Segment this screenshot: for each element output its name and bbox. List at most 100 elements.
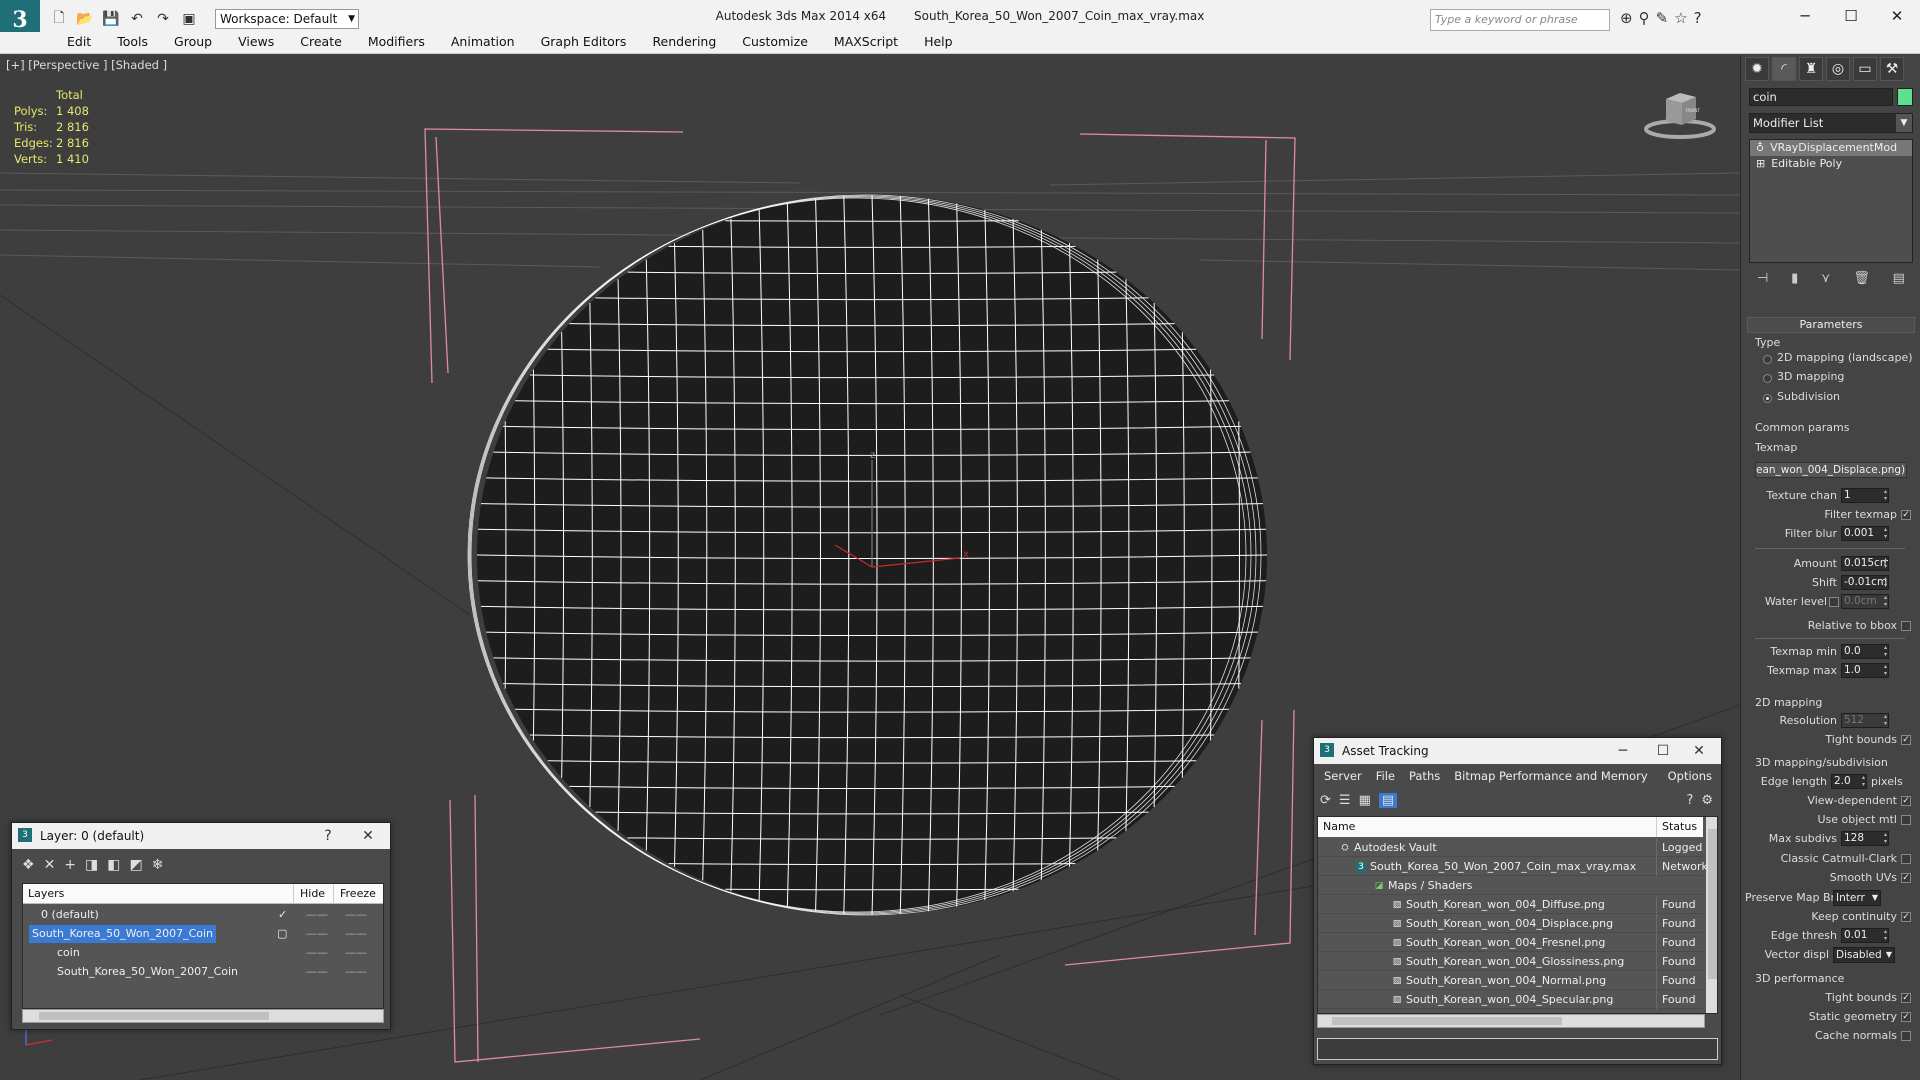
texmap-button[interactable]: ean_won_004_Displace.png): [1755, 462, 1907, 478]
asset-path-field[interactable]: [1317, 1038, 1718, 1060]
hierarchy-tab-icon[interactable]: ♜: [1799, 57, 1823, 81]
stack-item-editable-poly[interactable]: ⊞ Editable Poly: [1750, 156, 1912, 172]
relative-bbox-checkbox[interactable]: [1901, 621, 1911, 631]
add-to-layer-icon[interactable]: +: [64, 857, 76, 873]
help-icon[interactable]: ?: [1694, 9, 1702, 27]
freeze-toggle[interactable]: ——: [345, 925, 367, 943]
create-tab-icon[interactable]: ✹: [1745, 57, 1769, 81]
max-subdivs-spinner[interactable]: 128: [1841, 831, 1889, 846]
object-color-swatch[interactable]: [1897, 88, 1913, 106]
layer-row[interactable]: South_Korea_50_Won_2007_Coin —— ——: [23, 963, 383, 981]
menu-edit[interactable]: Edit: [54, 32, 104, 53]
static-geometry-checkbox[interactable]: ✓: [1901, 1012, 1911, 1022]
favorites-star-icon[interactable]: ☆: [1674, 9, 1687, 27]
edge-length-spinner[interactable]: 2.0: [1831, 774, 1867, 789]
settings-icon[interactable]: ⚙: [1701, 793, 1713, 808]
texmap-min-spinner[interactable]: 0.0: [1841, 644, 1889, 659]
preserve-map-dropdown[interactable]: Interr ▼: [1833, 890, 1881, 906]
water-level-spinner[interactable]: 0.0cm: [1841, 594, 1889, 609]
table-view-icon[interactable]: ▤: [1378, 792, 1398, 808]
motion-tab-icon[interactable]: ◎: [1826, 57, 1850, 81]
radio-3d-mapping[interactable]: [1763, 374, 1772, 383]
menu-animation[interactable]: Animation: [438, 32, 528, 53]
display-tab-icon[interactable]: ▭: [1853, 57, 1877, 81]
help-icon[interactable]: ?: [1686, 793, 1693, 808]
asset-row[interactable]: ⛭ Autodesk Vault Logged Out: [1318, 838, 1706, 857]
show-end-result-icon[interactable]: ▮: [1791, 271, 1798, 286]
scrollbar-thumb[interactable]: [1708, 829, 1717, 979]
radio-subdivision[interactable]: [1763, 394, 1772, 403]
shift-spinner[interactable]: -0.01cm: [1841, 575, 1889, 590]
menu-options[interactable]: Options: [1661, 766, 1719, 786]
help-button[interactable]: ?: [310, 823, 346, 849]
active-layer-check-icon[interactable]: ✓: [278, 906, 287, 924]
menu-modifiers[interactable]: Modifiers: [355, 32, 438, 53]
viewport-label[interactable]: [+] [Perspective ] [Shaded ]: [6, 58, 167, 72]
hide-toggle[interactable]: ——: [306, 963, 328, 981]
edge-thresh-spinner[interactable]: 0.01: [1841, 928, 1889, 943]
freeze-toggle[interactable]: ——: [345, 944, 367, 962]
modifier-list-dropdown[interactable]: Modifier List ▼: [1749, 113, 1913, 133]
undo-icon[interactable]: ↶: [126, 8, 148, 30]
parameters-rollout-header[interactable]: Parameters: [1747, 317, 1915, 333]
hide-toggle[interactable]: ——: [306, 906, 328, 924]
hide-toggle[interactable]: ——: [306, 944, 328, 962]
layer-row[interactable]: 0 (default) ✓ —— ——: [23, 906, 383, 924]
view-dependent-checkbox[interactable]: ✓: [1901, 796, 1911, 806]
highlight-layer-icon[interactable]: ◧: [107, 857, 120, 873]
menu-views[interactable]: Views: [225, 32, 287, 53]
menu-group[interactable]: Group: [161, 32, 225, 53]
pin-stack-icon[interactable]: ⊣: [1757, 271, 1768, 286]
column-header-freeze[interactable]: Freeze: [333, 884, 376, 904]
key-icon[interactable]: ⚲: [1639, 9, 1650, 27]
workspace-dropdown[interactable]: Workspace: Default ▼: [215, 9, 359, 29]
make-unique-icon[interactable]: ⋎: [1821, 271, 1831, 286]
redo-icon[interactable]: ↷: [152, 8, 174, 30]
save-file-icon[interactable]: 💾: [100, 8, 122, 30]
freeze-toggle[interactable]: ——: [345, 906, 367, 924]
texture-chan-spinner[interactable]: 1: [1841, 488, 1889, 503]
asset-row[interactable]: ▧ South_Korean_won_004_Normal.png Found: [1318, 971, 1703, 990]
utilities-tab-icon[interactable]: ⚒: [1880, 57, 1904, 81]
close-icon[interactable]: ✕: [1874, 0, 1920, 32]
communication-icon[interactable]: ✎: [1656, 9, 1669, 27]
open-file-icon[interactable]: 📂: [74, 8, 96, 30]
expand-plus-icon[interactable]: ⊞: [1756, 156, 1765, 172]
create-layer-icon[interactable]: ❖: [22, 857, 35, 873]
horizontal-scrollbar[interactable]: [22, 1009, 384, 1023]
scrollbar-thumb[interactable]: [1332, 1017, 1562, 1025]
vector-displ-dropdown[interactable]: Disabled ▼: [1833, 947, 1895, 963]
lightbulb-icon[interactable]: ♁: [1756, 140, 1764, 156]
asset-row[interactable]: ▧ South_Korean_won_004_Fresnel.png Found: [1318, 933, 1703, 952]
scrollbar-thumb[interactable]: [39, 1012, 269, 1020]
column-header-hide[interactable]: Hide: [293, 884, 325, 904]
minimize-icon[interactable]: ─: [1782, 0, 1828, 32]
minimize-icon[interactable]: ─: [1605, 738, 1641, 764]
menu-bitmap-performance[interactable]: Bitmap Performance and Memory: [1447, 766, 1654, 786]
resolution-spinner[interactable]: 512: [1841, 713, 1889, 728]
perf-tight-bounds-checkbox[interactable]: ✓: [1901, 993, 1911, 1003]
column-header-layers[interactable]: Layers: [28, 884, 64, 904]
classic-catmull-checkbox[interactable]: [1901, 854, 1911, 864]
object-name-field[interactable]: coin: [1749, 88, 1893, 106]
filter-texmap-checkbox[interactable]: ✓: [1901, 510, 1911, 520]
menu-server[interactable]: Server: [1317, 766, 1369, 786]
menu-rendering[interactable]: Rendering: [639, 32, 729, 53]
make-current-icon[interactable]: ▢: [277, 925, 287, 943]
vertical-scrollbar[interactable]: [1706, 817, 1717, 1013]
use-object-mtl-checkbox[interactable]: [1901, 815, 1911, 825]
freeze-all-layers-icon[interactable]: ❄: [152, 857, 164, 873]
binoculars-icon[interactable]: ⊕: [1620, 9, 1633, 27]
menu-paths[interactable]: Paths: [1402, 766, 1447, 786]
select-objects-icon[interactable]: ◨: [85, 857, 98, 873]
menu-maxscript[interactable]: MAXScript: [821, 32, 911, 53]
viewcube[interactable]: FRONT: [1640, 85, 1720, 140]
freeze-toggle[interactable]: ——: [345, 963, 367, 981]
radio-2d-mapping[interactable]: [1763, 355, 1772, 364]
close-icon[interactable]: ✕: [1681, 738, 1717, 764]
layer-row[interactable]: coin —— ——: [23, 944, 383, 962]
cache-normals-checkbox[interactable]: [1901, 1031, 1911, 1041]
hide-all-layers-icon[interactable]: ◩: [130, 857, 143, 873]
menu-file[interactable]: File: [1369, 766, 1402, 786]
search-input[interactable]: Type a keyword or phrase: [1430, 9, 1610, 31]
